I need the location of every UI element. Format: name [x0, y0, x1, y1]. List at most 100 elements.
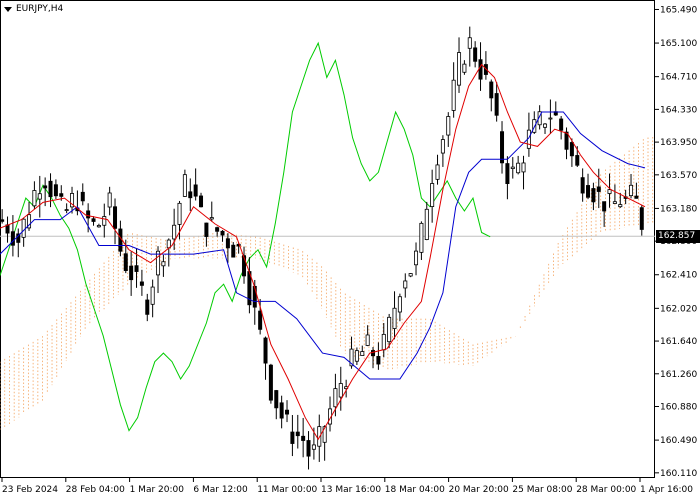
- candle-body: [354, 350, 359, 362]
- chart-canvas[interactable]: 165.490 165.100 164.710 164.330 163.950 163.5…: [0, 0, 700, 500]
- candle-body: [467, 37, 472, 49]
- candle-body: [596, 186, 601, 192]
- candle-body: [639, 207, 644, 230]
- y-axis-tick-label: 163.180: [660, 204, 697, 214]
- candle-body: [113, 206, 118, 229]
- candle-body: [96, 225, 101, 228]
- candle-body: [156, 250, 161, 276]
- y-axis-tick-label: 162.410: [660, 271, 697, 281]
- x-axis-tick-label: 11 Mar 00:00: [257, 485, 317, 495]
- symbol-label: EURJPY,H4: [16, 4, 64, 14]
- candle-body: [102, 216, 107, 226]
- x-axis-tick-label: 28 Feb 04:00: [66, 485, 125, 495]
- candle-body: [32, 190, 37, 207]
- candle-body: [634, 195, 639, 199]
- y-axis-tick-label: 161.640: [660, 337, 697, 347]
- candle-body: [500, 131, 505, 164]
- candle-body: [629, 184, 634, 197]
- candle-body: [338, 383, 343, 398]
- candle-body: [172, 224, 177, 240]
- candle-body: [591, 188, 596, 203]
- candle-body: [43, 185, 48, 189]
- candle-body: [521, 162, 526, 173]
- triangle-down-icon[interactable]: [4, 6, 12, 12]
- candle-body: [424, 208, 429, 240]
- candle-body: [489, 81, 494, 99]
- candle-body: [564, 131, 569, 150]
- candle-body: [494, 93, 499, 116]
- candle-body: [440, 139, 445, 154]
- candle-body: [48, 180, 53, 198]
- y-axis-tick-label: 163.950: [660, 138, 697, 148]
- candle-body: [569, 142, 574, 157]
- candle-body: [10, 231, 15, 246]
- plot-frame: [0, 0, 655, 478]
- candle-body: [392, 307, 397, 329]
- candle-body: [451, 79, 456, 111]
- candle-body: [150, 286, 155, 305]
- candle-body: [419, 222, 424, 253]
- candle-body: [510, 166, 515, 169]
- y-axis-tick-label: 165.490: [660, 5, 697, 15]
- candle-body: [193, 184, 198, 197]
- candle-body: [602, 201, 607, 212]
- candle-body: [53, 184, 58, 197]
- candle-body: [505, 163, 510, 184]
- candle-body: [543, 123, 548, 128]
- candle-body: [274, 390, 279, 409]
- candle-body: [462, 63, 467, 73]
- candle-body: [473, 47, 478, 62]
- candle-body: [21, 218, 26, 238]
- candle-body: [263, 337, 268, 364]
- x-axis-tick-label: 13 Mar 16:00: [321, 485, 381, 495]
- current-price-tag: 162.857: [656, 230, 700, 244]
- candle-body: [285, 409, 290, 415]
- y-axis-tick-label: 161.260: [660, 370, 697, 380]
- candle-body: [231, 244, 236, 258]
- candle-body: [177, 202, 182, 225]
- y-axis-tick-label: 165.100: [660, 39, 697, 49]
- y-axis-tick-label: 160.880: [660, 403, 697, 413]
- candle-body: [446, 116, 451, 136]
- candle-body: [225, 238, 230, 249]
- y-axis-tick-label: 162.020: [660, 304, 697, 314]
- candle-body: [618, 204, 623, 208]
- candle-body: [268, 364, 273, 401]
- candle-body: [607, 189, 612, 194]
- candle-body: [91, 218, 96, 222]
- y-axis-tick-label: 164.330: [660, 105, 697, 115]
- x-axis-tick-label: 1 Mar 20:00: [130, 485, 185, 495]
- candle-body: [199, 195, 204, 208]
- candle-body: [80, 191, 85, 202]
- candle-body: [311, 444, 316, 450]
- candle-body: [134, 265, 139, 272]
- candle-body: [107, 192, 112, 208]
- chart-area[interactable]: 165.490 165.100 164.710 164.330 163.950 163.5…: [0, 0, 700, 500]
- candle-body: [123, 253, 128, 272]
- candle-body: [365, 334, 370, 346]
- candle-body: [586, 185, 591, 198]
- y-axis-tick-label: 163.570: [660, 171, 697, 181]
- x-axis-tick-label: 18 Mar 04:00: [385, 485, 445, 495]
- candle-body: [64, 209, 69, 211]
- candle-body: [59, 193, 64, 197]
- candle-body: [129, 265, 134, 281]
- chikou-span-line: [0, 41, 491, 432]
- candle-body: [295, 431, 300, 437]
- candle-body: [478, 59, 483, 80]
- x-axis-tick-label: 23 Feb 2024: [2, 485, 58, 495]
- candle-body: [139, 281, 144, 286]
- candle-body: [575, 155, 580, 166]
- candle-body: [548, 117, 553, 120]
- candle-body: [209, 217, 214, 220]
- candle-body: [457, 52, 462, 86]
- candle-body: [414, 250, 419, 266]
- candle-body: [516, 162, 521, 174]
- candle-body: [435, 164, 440, 180]
- kijun-sen-line: [0, 111, 646, 380]
- candle-body: [145, 299, 150, 315]
- candle-body: [387, 316, 392, 343]
- y-axis-tick-label: 160.490: [660, 436, 697, 446]
- candle-body: [279, 402, 284, 419]
- tenkan-sen-line: [0, 63, 646, 441]
